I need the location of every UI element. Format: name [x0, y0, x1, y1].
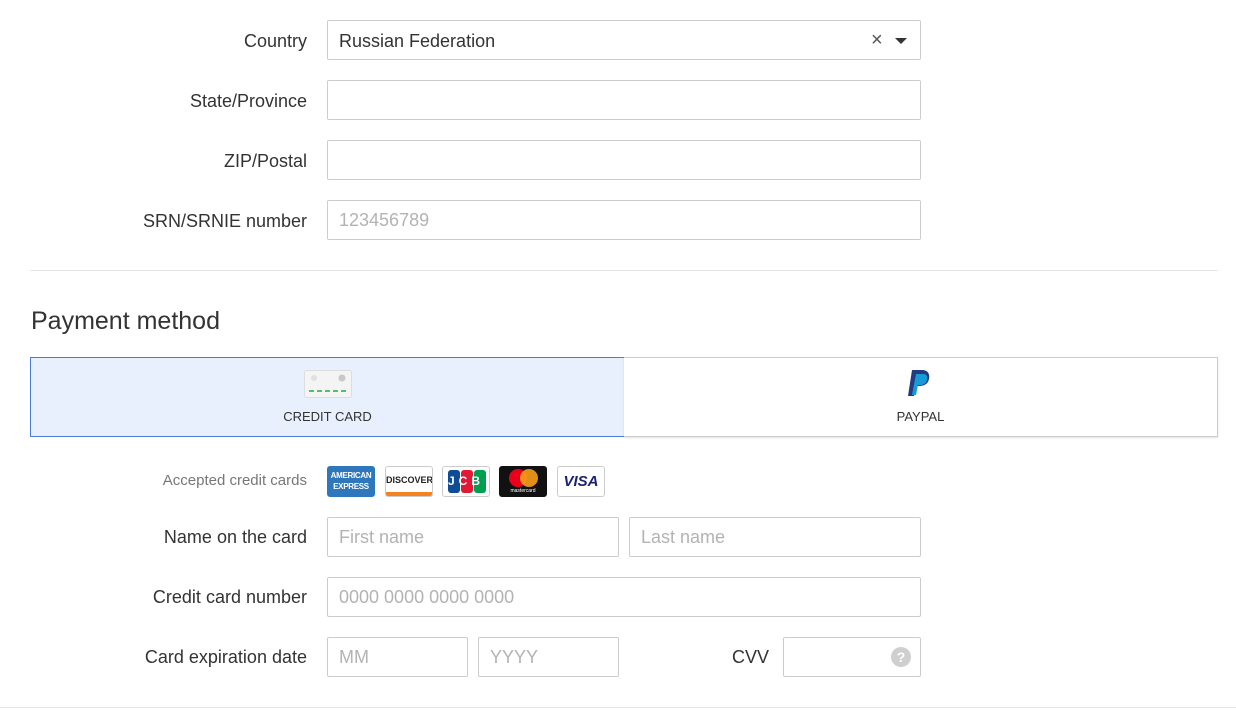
expiration-label: Card expiration date: [144, 647, 307, 667]
american-express-logo: AMERICAN EXPRESS: [327, 466, 375, 497]
country-select[interactable]: Russian Federation ×: [327, 20, 921, 60]
discover-orange-bar: [386, 492, 432, 496]
zip-input[interactable]: [327, 140, 921, 180]
clear-icon[interactable]: ×: [871, 29, 883, 51]
tab-paypal-label: PAYPAL: [896, 409, 945, 424]
srn-input[interactable]: [327, 200, 921, 240]
visa-text: VISA: [563, 473, 599, 490]
amex-text-line2: EXPRESS: [333, 482, 369, 491]
section-divider: [30, 270, 1218, 271]
last-name-input[interactable]: [629, 517, 921, 557]
state-label: State/Province: [189, 91, 307, 111]
cvv-label: CVV: [732, 647, 770, 667]
expiration-month-input[interactable]: [327, 637, 468, 677]
tab-credit-card-label: CREDIT CARD: [283, 409, 372, 424]
accepted-cards-label: Accepted credit cards: [162, 472, 307, 489]
mastercard-orange-circle: [520, 469, 538, 487]
zip-label: ZIP/Postal: [223, 151, 307, 171]
first-name-input[interactable]: [327, 517, 619, 557]
bottom-divider: [0, 707, 1236, 708]
paypal-icon: [908, 370, 930, 396]
discover-text: DISCOVER: [386, 475, 433, 485]
country-label: Country: [243, 31, 307, 51]
discover-logo: DISCOVER: [385, 466, 433, 497]
jcb-text: JCB: [447, 474, 484, 488]
mastercard-logo: mastercard: [499, 466, 547, 497]
tab-paypal[interactable]: PAYPAL: [624, 357, 1218, 437]
expiration-year-input[interactable]: [478, 637, 619, 677]
mastercard-text: mastercard: [510, 488, 536, 494]
tab-credit-card[interactable]: CREDIT CARD: [30, 357, 625, 437]
caret-down-icon[interactable]: [895, 38, 907, 44]
srn-label: SRN/SRNIE number: [142, 211, 307, 231]
help-icon[interactable]: ?: [891, 647, 911, 667]
jcb-logo: JCB: [442, 466, 490, 497]
card-number-label: Credit card number: [152, 587, 307, 607]
card-number-input[interactable]: [327, 577, 921, 617]
country-select-value: Russian Federation: [339, 31, 496, 51]
credit-card-icon: [304, 370, 352, 398]
name-on-card-label: Name on the card: [163, 527, 307, 547]
state-input[interactable]: [327, 80, 921, 120]
payment-method-title: Payment method: [31, 307, 220, 335]
amex-text-line1: AMERICAN: [330, 471, 372, 480]
visa-logo: VISA: [557, 466, 605, 497]
